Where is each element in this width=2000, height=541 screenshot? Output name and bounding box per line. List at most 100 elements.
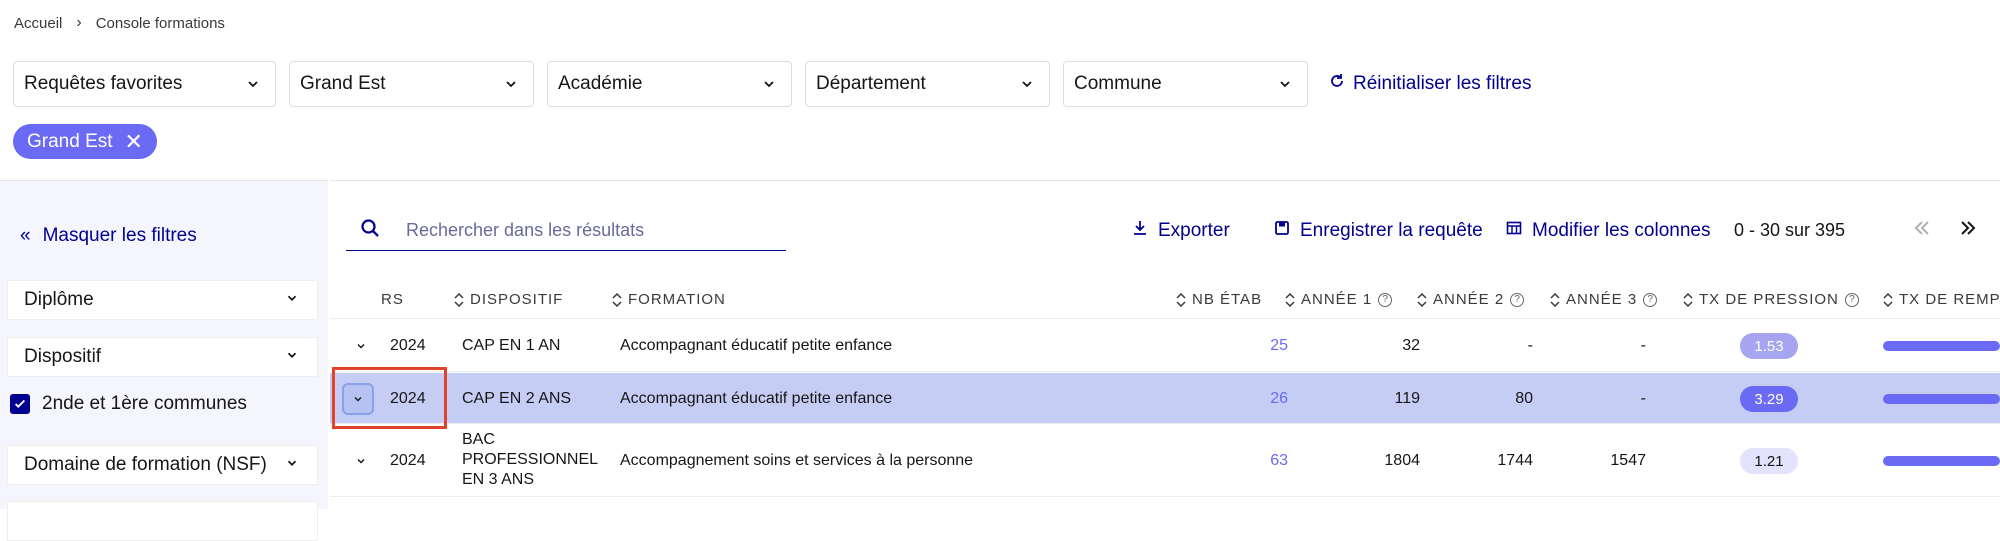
download-icon bbox=[1132, 220, 1148, 242]
chevron-down-icon bbox=[1277, 76, 1293, 92]
diploma-filter-label: Diplôme bbox=[24, 289, 94, 310]
reset-filters-button[interactable]: Réinitialiser les filtres bbox=[1329, 73, 1531, 95]
column-header-dispositif[interactable]: DISPOSITIF bbox=[454, 291, 563, 308]
cell-annee-2: - bbox=[1527, 337, 1533, 354]
save-query-label: Enregistrer la requête bbox=[1300, 220, 1483, 241]
cell-annee-2: 80 bbox=[1515, 390, 1533, 407]
cell-dispositif: CAP EN 1 AN bbox=[462, 337, 561, 354]
save-icon bbox=[1274, 220, 1290, 242]
search-icon bbox=[360, 218, 380, 243]
help-icon[interactable]: ? bbox=[1844, 292, 1859, 307]
table-header: RS DISPOSITIF FORMATION NB ÉTAB ANNÉE 1 … bbox=[330, 281, 2000, 319]
column-header-annee-1[interactable]: ANNÉE 1 ? bbox=[1285, 291, 1393, 308]
cell-formation: Accompagnant éducatif petite enfance bbox=[620, 337, 893, 354]
cell-annee-1: 119 bbox=[1394, 390, 1420, 407]
dispositif-filter[interactable]: Dispositif bbox=[7, 337, 318, 377]
region-select-label: Grand Est bbox=[300, 73, 386, 94]
active-filter-tag[interactable]: Grand Est ✕ bbox=[13, 124, 157, 159]
table-row[interactable]: 2024 BAC PROFESSIONNEL EN 3 ANS Accompag… bbox=[330, 425, 2000, 497]
column-header-formation[interactable]: FORMATION bbox=[612, 291, 726, 308]
help-icon[interactable]: ? bbox=[1643, 292, 1658, 307]
column-header-tx-pression[interactable]: TX DE PRESSION ? bbox=[1683, 291, 1859, 308]
table-icon bbox=[1506, 220, 1522, 242]
cell-dispositif-line-2: PROFESSIONNEL bbox=[462, 451, 599, 468]
cell-dispositif: CAP EN 2 ANS bbox=[462, 390, 572, 407]
table-row[interactable]: 2024 CAP EN 1 AN Accompagnant éducatif p… bbox=[330, 320, 2000, 372]
save-query-button[interactable]: Enregistrer la requête bbox=[1274, 211, 1483, 251]
filter-bar: Requêtes favorites Grand Est Académie Dé… bbox=[13, 61, 1531, 107]
sort-icon bbox=[1417, 292, 1427, 307]
pressure-rate-badge: 1.21 bbox=[1740, 448, 1798, 474]
previous-page-button[interactable] bbox=[1903, 211, 1941, 249]
export-button[interactable]: Exporter bbox=[1132, 211, 1230, 251]
help-icon[interactable]: ? bbox=[1378, 292, 1393, 307]
favorites-select-label: Requêtes favorites bbox=[24, 73, 183, 94]
column-header-nb-etab-label: NB ÉTAB bbox=[1192, 291, 1263, 308]
close-icon[interactable]: ✕ bbox=[125, 130, 143, 153]
search-input[interactable] bbox=[406, 220, 766, 241]
cell-formation: Accompagnement soins et services à la pe… bbox=[620, 452, 974, 469]
edit-columns-label: Modifier les colonnes bbox=[1532, 220, 1711, 241]
active-filter-tag-label: Grand Est bbox=[27, 130, 113, 152]
chevron-down-icon bbox=[285, 454, 299, 476]
filters-sidebar: « Masquer les filtres Diplôme Dispositif… bbox=[0, 180, 328, 541]
cell-nb-etab[interactable]: 63 bbox=[1230, 452, 1288, 470]
column-header-tx-remp[interactable]: TX DE REMP bbox=[1883, 291, 2000, 308]
common-classes-checkbox[interactable] bbox=[10, 394, 30, 414]
favorites-select[interactable]: Requêtes favorites bbox=[13, 61, 276, 107]
sort-icon bbox=[454, 292, 464, 307]
search-box bbox=[346, 211, 786, 251]
domain-filter[interactable]: Domaine de formation (NSF) bbox=[7, 445, 318, 485]
column-header-annee-3[interactable]: ANNÉE 3 ? bbox=[1550, 291, 1658, 308]
next-page-button[interactable] bbox=[1949, 211, 1987, 249]
domain-filter-label: Domaine de formation (NSF) bbox=[24, 454, 267, 475]
commune-select[interactable]: Commune bbox=[1063, 61, 1308, 107]
cell-nb-etab[interactable]: 26 bbox=[1230, 390, 1288, 408]
department-select[interactable]: Département bbox=[805, 61, 1050, 107]
academy-select-label: Académie bbox=[558, 73, 643, 94]
cell-annee-3: - bbox=[1640, 390, 1646, 407]
cell-annee-3: - bbox=[1640, 337, 1646, 354]
commune-select-label: Commune bbox=[1074, 73, 1162, 94]
cell-nb-etab[interactable]: 25 bbox=[1230, 337, 1288, 355]
chevron-down-icon bbox=[245, 76, 261, 92]
column-header-annee-2[interactable]: ANNÉE 2 ? bbox=[1417, 291, 1525, 308]
pressure-rate-badge: 1.53 bbox=[1740, 333, 1798, 359]
top-bar: Accueil › Console formations Requêtes fa… bbox=[0, 0, 2000, 180]
hide-filters-button[interactable]: « Masquer les filtres bbox=[20, 225, 197, 247]
expand-row-button[interactable] bbox=[345, 330, 377, 362]
breadcrumb-home[interactable]: Accueil bbox=[14, 15, 62, 32]
results-toolbar: Exporter Enregistrer la requête Modifier… bbox=[346, 211, 2000, 251]
common-classes-option[interactable]: 2nde et 1ère communes bbox=[10, 393, 247, 415]
edit-columns-button[interactable]: Modifier les colonnes bbox=[1506, 211, 1710, 251]
cell-dispositif-line-1: BAC bbox=[462, 431, 495, 448]
refresh-icon bbox=[1329, 73, 1345, 95]
chevron-down-icon bbox=[503, 76, 519, 92]
pressure-rate-badge: 3.29 bbox=[1740, 386, 1798, 412]
chevron-down-icon bbox=[285, 346, 299, 368]
table-row-selected[interactable]: 2024 CAP EN 2 ANS Accompagnant éducatif … bbox=[330, 373, 2000, 424]
diploma-filter[interactable]: Diplôme bbox=[7, 280, 318, 320]
table-row[interactable] bbox=[330, 498, 2000, 510]
academy-select[interactable]: Académie bbox=[547, 61, 792, 107]
sort-icon bbox=[1883, 292, 1893, 307]
help-icon[interactable]: ? bbox=[1510, 292, 1525, 307]
sort-icon bbox=[1550, 292, 1560, 307]
expand-row-button[interactable] bbox=[345, 445, 377, 477]
cell-rs: 2024 bbox=[390, 337, 426, 354]
breadcrumb: Accueil › Console formations bbox=[14, 14, 225, 32]
next-filter[interactable] bbox=[7, 501, 318, 541]
column-header-nb-etab[interactable]: NB ÉTAB bbox=[1176, 291, 1262, 308]
common-classes-label: 2nde et 1ère communes bbox=[42, 393, 247, 414]
breadcrumb-current: Console formations bbox=[95, 14, 225, 32]
cell-rs: 2024 bbox=[390, 452, 426, 469]
column-header-rs[interactable]: RS bbox=[381, 291, 404, 308]
cell-annee-1: 1804 bbox=[1384, 452, 1420, 469]
export-label: Exporter bbox=[1158, 220, 1230, 241]
region-select[interactable]: Grand Est bbox=[289, 61, 534, 107]
column-header-annee-3-label: ANNÉE 3 bbox=[1566, 291, 1638, 308]
column-header-dispositif-label: DISPOSITIF bbox=[470, 291, 564, 308]
sort-icon bbox=[1176, 292, 1186, 307]
sort-icon bbox=[612, 292, 622, 307]
column-header-annee-2-label: ANNÉE 2 bbox=[1433, 291, 1505, 308]
